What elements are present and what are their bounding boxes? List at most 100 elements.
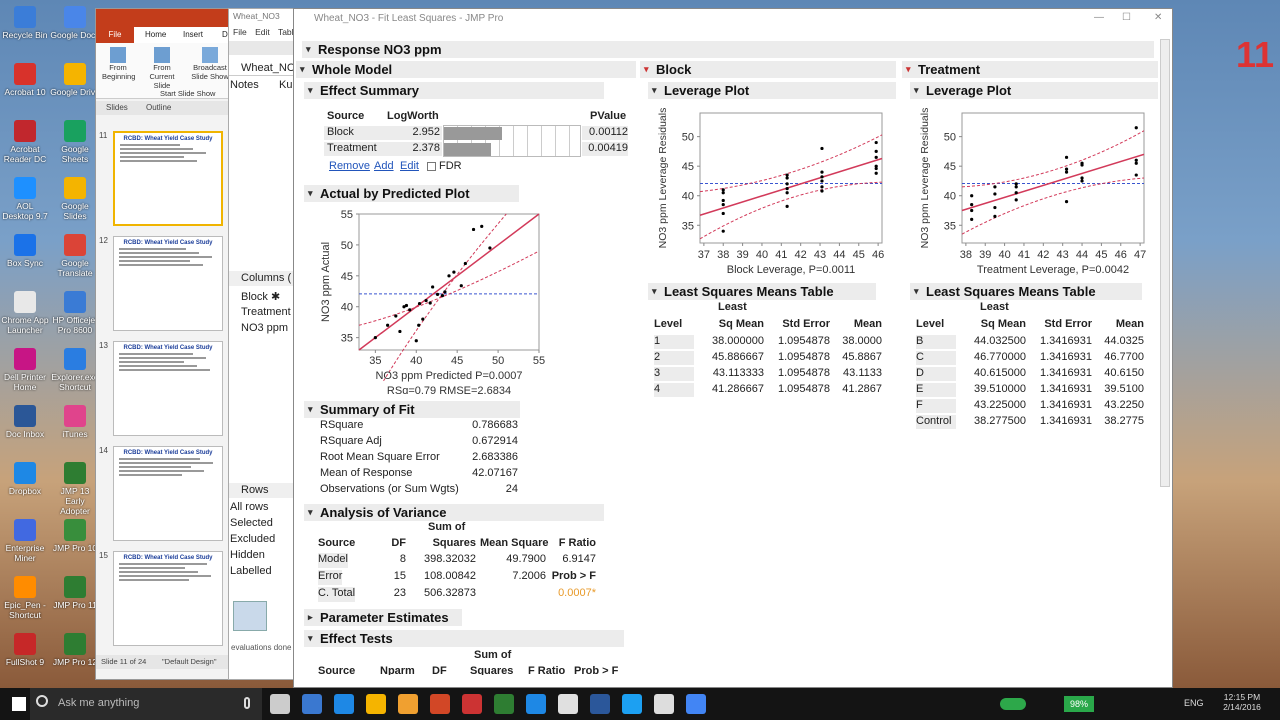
battery-indicator[interactable]: 98%	[1064, 696, 1094, 712]
disclosure-icon[interactable]: ▾	[308, 185, 313, 202]
broadcast-button[interactable]: Broadcast Slide Show	[190, 47, 230, 81]
microphone-icon[interactable]	[244, 697, 250, 709]
taskbar-app-icon[interactable]	[430, 694, 450, 714]
slide-thumbnail[interactable]: RCBD: Wheat Yield Case Study	[113, 551, 223, 646]
tab-design[interactable]: D	[222, 30, 228, 39]
tab-file[interactable]: File	[96, 27, 134, 43]
taskbar-app-icon[interactable]	[558, 694, 578, 714]
disclosure-icon[interactable]: ▾	[914, 82, 919, 99]
desktop-icon[interactable]: Acrobat 10	[0, 63, 50, 97]
desktop-icon[interactable]: JMP Pro 11	[50, 576, 100, 610]
tab-slides[interactable]: Slides	[106, 103, 128, 112]
taskbar-app-icon[interactable]	[302, 694, 322, 714]
taskbar-app-icon[interactable]	[494, 694, 514, 714]
tab-home[interactable]: Home	[145, 30, 166, 39]
treatment-lsm-header[interactable]: ▾ Least Squares Means Table	[910, 283, 1142, 300]
disclosure-icon[interactable]: ▾	[308, 504, 313, 521]
tab-outline[interactable]: Outline	[146, 103, 171, 112]
desktop-icon[interactable]: Dell Printer Home	[0, 348, 50, 392]
disclosure-icon[interactable]: ▸	[308, 609, 313, 626]
columns-header[interactable]: Columns (	[229, 271, 297, 286]
sof-header[interactable]: ▾ Summary of Fit	[304, 401, 520, 418]
taskbar-app-icon[interactable]	[462, 694, 482, 714]
minimize-button[interactable]: —	[1094, 12, 1104, 23]
green-indicator[interactable]	[1000, 698, 1026, 710]
parameter-estimates-header[interactable]: ▸ Parameter Estimates	[304, 609, 462, 626]
response-header[interactable]: ▾ Response NO3 ppm	[302, 41, 1154, 58]
desktop-icon[interactable]: Google Docs	[50, 6, 100, 40]
taskbar-app-icon[interactable]	[590, 694, 610, 714]
menu-file[interactable]: File	[233, 27, 247, 37]
slide-thumbnail[interactable]: RCBD: Wheat Yield Case Study	[113, 446, 223, 541]
column-no3[interactable]: NO3 ppm	[241, 322, 288, 334]
from-beginning-button[interactable]: From Beginning	[102, 47, 135, 81]
taskbar-app-icon[interactable]	[398, 694, 418, 714]
tab-insert[interactable]: Insert	[183, 30, 203, 39]
desktop-icon[interactable]: Recycle Bin	[0, 6, 50, 40]
desktop-icon[interactable]: Google Slides	[50, 177, 100, 221]
desktop-icon[interactable]: JMP Pro 12	[50, 633, 100, 667]
rows-header[interactable]: Rows	[229, 483, 297, 498]
clock[interactable]: 12:15 PM 2/14/2016	[1220, 692, 1264, 712]
slide-thumbnail[interactable]: RCBD: Wheat Yield Case Study	[113, 341, 223, 436]
desktop-icon[interactable]: FullShot 9	[0, 633, 50, 667]
disclosure-icon[interactable]: ▾	[652, 82, 657, 99]
taskbar-app-icon[interactable]	[654, 694, 674, 714]
desktop-icon[interactable]: Epic_Pen - Shortcut	[0, 576, 50, 620]
remove-link[interactable]: Remove	[329, 160, 370, 172]
edit-link[interactable]: Edit	[400, 160, 419, 172]
add-link[interactable]: Add	[374, 160, 394, 172]
windows-start-icon[interactable]	[12, 697, 26, 711]
red-triangle-icon[interactable]: ▾	[644, 61, 649, 78]
desktop-icon[interactable]: Explorer.exe Shortcut	[50, 348, 100, 392]
search-box[interactable]: Ask me anything	[30, 688, 262, 720]
disclosure-icon[interactable]: ▾	[308, 401, 313, 418]
desktop-icon[interactable]: Google Sheets	[50, 120, 100, 164]
desktop-icon[interactable]: AOL Desktop 9.7	[0, 177, 50, 221]
desktop-icon[interactable]: Doc Inbox	[0, 405, 50, 439]
whole-model-header[interactable]: ▾ Whole Model	[296, 61, 636, 78]
desktop-icon[interactable]: Google Drive	[50, 63, 100, 97]
table-tab[interactable]: Wheat_NC	[229, 61, 297, 76]
avp-header[interactable]: ▾ Actual by Predicted Plot	[304, 185, 519, 202]
menu-tables[interactable]: Tabl	[278, 27, 294, 37]
disclosure-icon[interactable]: ▾	[306, 41, 311, 58]
from-current-button[interactable]: From Current Slide	[144, 47, 180, 90]
desktop-icon[interactable]: Box Sync	[0, 234, 50, 268]
block-header[interactable]: ▾ Block	[640, 61, 896, 78]
block-lsm-header[interactable]: ▾ Least Squares Means Table	[648, 283, 876, 300]
language[interactable]: ENG	[1184, 698, 1204, 708]
desktop-icon[interactable]: Chrome App Launcher	[0, 291, 50, 335]
taskbar-app-icon[interactable]	[366, 694, 386, 714]
disclosure-icon[interactable]: ▾	[308, 630, 313, 647]
desktop-icon[interactable]: iTunes	[50, 405, 100, 439]
red-triangle-icon[interactable]: ▾	[906, 61, 911, 78]
treatment-header[interactable]: ▾ Treatment	[902, 61, 1158, 78]
disclosure-icon[interactable]: ▾	[652, 283, 657, 300]
anova-header[interactable]: ▾ Analysis of Variance	[304, 504, 604, 521]
fdr-checkbox[interactable]	[427, 162, 436, 171]
slide-thumbnail[interactable]: RCBD: Wheat Yield Case Study	[113, 131, 223, 226]
maximize-button[interactable]: ☐	[1122, 12, 1131, 23]
desktop-icon[interactable]: Dropbox	[0, 462, 50, 496]
disclosure-icon[interactable]: ▾	[914, 283, 919, 300]
block-leverage-header[interactable]: ▾ Leverage Plot	[648, 82, 896, 99]
taskbar-app-icon[interactable]	[270, 694, 290, 714]
desktop-icon[interactable]: Enterprise Miner	[0, 519, 50, 563]
desktop-icon[interactable]: Acrobat Reader DC	[0, 120, 50, 164]
close-button[interactable]: ✕	[1154, 12, 1162, 23]
desktop-icon[interactable]: Google Translate	[50, 234, 100, 278]
effect-summary-header[interactable]: ▾ Effect Summary	[304, 82, 604, 99]
menu-edit[interactable]: Edit	[255, 27, 270, 37]
slide-thumbnail[interactable]: RCBD: Wheat Yield Case Study	[113, 236, 223, 331]
column-treatment[interactable]: Treatment	[241, 306, 291, 318]
disclosure-icon[interactable]: ▾	[300, 61, 305, 78]
taskbar-app-icon[interactable]	[526, 694, 546, 714]
disclosure-icon[interactable]: ▾	[308, 82, 313, 99]
column-block[interactable]: Block ✱	[241, 290, 280, 303]
taskbar-app-icon[interactable]	[622, 694, 642, 714]
taskbar-app-icon[interactable]	[334, 694, 354, 714]
desktop-icon[interactable]: HP Officejet Pro 8600	[50, 291, 100, 335]
desktop-icon[interactable]: JMP Pro 10	[50, 519, 100, 553]
desktop-icon[interactable]: JMP 13 Early Adopter	[50, 462, 100, 516]
